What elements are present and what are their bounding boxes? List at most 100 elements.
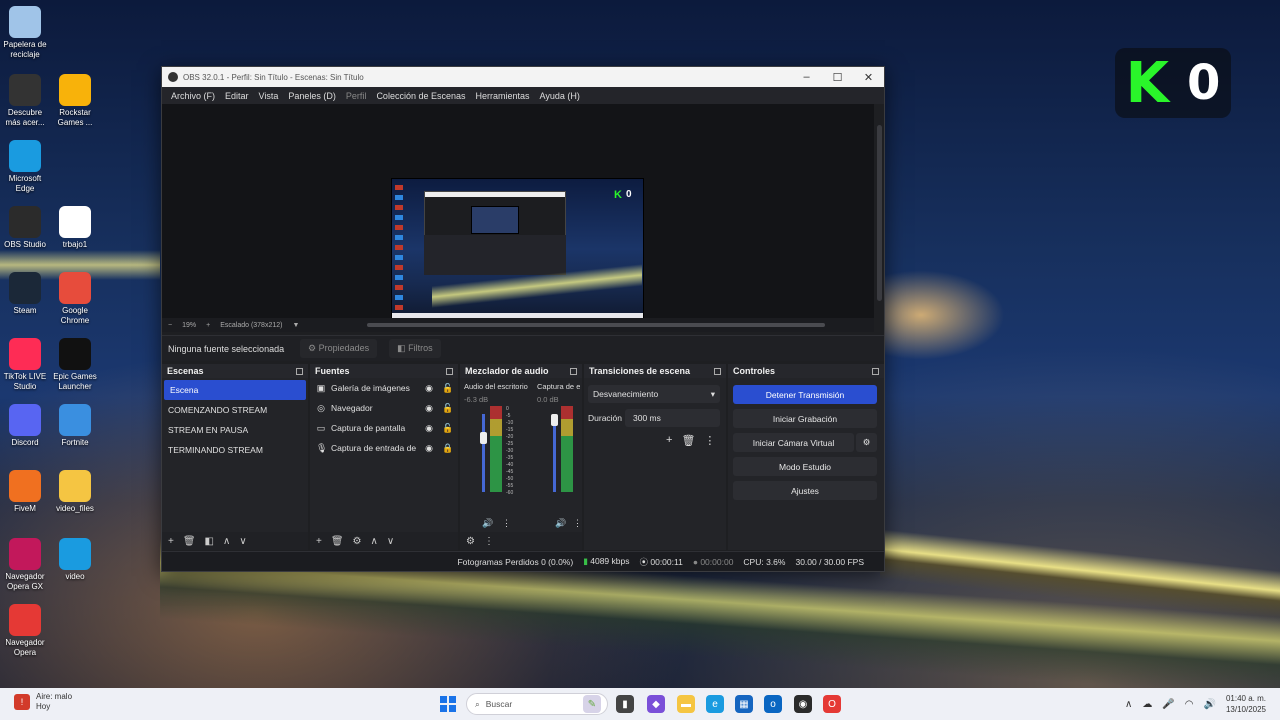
undock-icon[interactable] bbox=[446, 367, 453, 375]
desktop-icon[interactable]: TikTok LIVE Studio bbox=[0, 338, 50, 392]
channel-menu-icon[interactable]: ⋮ bbox=[573, 518, 582, 529]
widgets-icon[interactable]: ✎ bbox=[583, 695, 601, 713]
move-up-icon[interactable]: ∧ bbox=[371, 536, 378, 547]
channel-menu-icon[interactable]: ⋮ bbox=[502, 518, 511, 529]
volume-icon[interactable]: 🔊 bbox=[1204, 699, 1216, 710]
visibility-eye-icon[interactable]: ◉ bbox=[422, 423, 436, 434]
visibility-eye-icon[interactable]: ◉ bbox=[422, 443, 436, 454]
desktop-icon[interactable]: Papelera de reciclaje bbox=[0, 6, 50, 60]
desktop-icon[interactable]: FiveM bbox=[0, 470, 50, 514]
unlock-icon[interactable]: 🔓 bbox=[441, 403, 455, 414]
file-explorer-icon[interactable]: ▬ bbox=[677, 695, 695, 713]
menu-ayuda[interactable]: Ayuda (H) bbox=[535, 91, 585, 101]
mixer-settings-icon[interactable]: ⚙ bbox=[466, 536, 475, 547]
virtual-camera-settings-button[interactable]: ⚙ bbox=[856, 433, 877, 452]
speaker-icon[interactable]: 🔊 bbox=[555, 518, 566, 529]
remove-scene-icon[interactable]: 🗑 bbox=[183, 536, 196, 547]
move-down-icon[interactable]: ∨ bbox=[387, 536, 394, 547]
desktop-icon[interactable]: Descubre más acer... bbox=[0, 74, 50, 128]
add-scene-icon[interactable]: + bbox=[168, 536, 174, 547]
undock-icon[interactable] bbox=[296, 367, 303, 375]
scene-item[interactable]: TERMINANDO STREAM bbox=[162, 440, 308, 460]
visibility-eye-icon[interactable]: ◉ bbox=[422, 403, 436, 414]
source-item[interactable]: ◎ Navegador ◉ 🔓 bbox=[310, 398, 458, 418]
minimize-button[interactable]: – bbox=[791, 71, 822, 83]
network-cloud-icon[interactable]: ☁ bbox=[1142, 699, 1152, 710]
start-virtual-camera-button[interactable]: Iniciar Cámara Virtual bbox=[733, 433, 854, 452]
desktop-icon[interactable]: video bbox=[50, 538, 100, 582]
zoom-out-button[interactable]: − bbox=[168, 322, 172, 329]
remove-transition-icon[interactable]: 🗑 bbox=[681, 434, 695, 447]
preview-vertical-scrollbar[interactable] bbox=[877, 125, 882, 301]
wifi-icon[interactable]: ◠ bbox=[1185, 699, 1194, 710]
store-icon[interactable]: ▦ bbox=[735, 695, 753, 713]
scale-mode-label[interactable]: Escalado (378x212) bbox=[220, 322, 282, 329]
preview-horizontal-scrollbar[interactable] bbox=[367, 323, 825, 327]
desktop-icon[interactable]: trbajo1 bbox=[50, 206, 100, 250]
clock[interactable]: 01:40 a. m. 13/10/2025 bbox=[1226, 693, 1266, 715]
source-item[interactable]: 🎙Captura de entrada de audio ◉ 🔒 bbox=[310, 438, 458, 458]
filters-button[interactable]: ◧ Filtros bbox=[389, 339, 441, 358]
duration-spinbox[interactable]: 300 ms bbox=[625, 409, 720, 427]
desktop-icon[interactable]: Rockstar Games ... bbox=[50, 74, 100, 128]
start-button[interactable] bbox=[440, 696, 456, 712]
speaker-icon[interactable]: 🔊 bbox=[482, 518, 493, 529]
desktop-icon[interactable]: Google Chrome bbox=[50, 272, 100, 326]
menu-editar[interactable]: Editar bbox=[220, 91, 254, 101]
scene-item[interactable]: Escena bbox=[164, 380, 306, 400]
desktop-icon[interactable]: Discord bbox=[0, 404, 50, 448]
desktop-icon[interactable]: Fortnite bbox=[50, 404, 100, 448]
volume-slider-knob[interactable] bbox=[480, 432, 487, 444]
maximize-button[interactable]: ☐ bbox=[822, 71, 853, 84]
scene-item[interactable]: STREAM EN PAUSA bbox=[162, 420, 308, 440]
copilot-icon[interactable]: ◆ bbox=[647, 695, 665, 713]
scene-item[interactable]: COMENZANDO STREAM bbox=[162, 400, 308, 420]
properties-button[interactable]: ⚙ Propiedades bbox=[300, 339, 378, 358]
close-button[interactable]: ✕ bbox=[853, 71, 884, 84]
menu-coleccion-escenas[interactable]: Colección de Escenas bbox=[371, 91, 470, 101]
volume-slider-track[interactable] bbox=[482, 414, 485, 492]
source-properties-icon[interactable]: ⚙ bbox=[353, 536, 362, 547]
undock-icon[interactable] bbox=[872, 367, 879, 375]
desktop-icon[interactable]: Navegador Opera GX bbox=[0, 538, 50, 592]
transition-select[interactable]: Desvanecimiento ▾ bbox=[588, 385, 720, 403]
edge-icon[interactable]: e bbox=[706, 695, 724, 713]
undock-icon[interactable] bbox=[714, 367, 721, 375]
desktop-icon[interactable]: Microsoft Edge bbox=[0, 140, 50, 194]
mixer-menu-icon[interactable]: ⋮ bbox=[484, 536, 494, 547]
add-source-icon[interactable]: + bbox=[316, 536, 322, 547]
unlock-icon[interactable]: 🔓 bbox=[441, 383, 455, 394]
unlock-icon[interactable]: 🔓 bbox=[441, 423, 455, 434]
stop-streaming-button[interactable]: Detener Transmisión bbox=[733, 385, 877, 404]
transition-menu-icon[interactable]: ⋮ bbox=[704, 434, 715, 447]
microphone-icon[interactable]: 🎤 bbox=[1162, 699, 1174, 710]
menu-vista[interactable]: Vista bbox=[254, 91, 284, 101]
chevron-up-icon[interactable]: ∧ bbox=[1125, 699, 1132, 710]
move-down-icon[interactable]: ∨ bbox=[239, 536, 246, 547]
desktop-icon[interactable]: Steam bbox=[0, 272, 50, 316]
undock-icon[interactable] bbox=[570, 367, 577, 375]
scale-dropdown-icon[interactable]: ▼ bbox=[292, 322, 299, 329]
menu-perfil[interactable]: Perfil bbox=[341, 91, 372, 101]
preview-canvas[interactable]: K 0 bbox=[391, 178, 644, 320]
menu-archivo[interactable]: Archivo (F) bbox=[166, 91, 220, 101]
obs-titlebar[interactable]: OBS 32.0.1 - Perfil: Sin Título - Escena… bbox=[162, 67, 884, 87]
desktop-icon[interactable]: OBS Studio bbox=[0, 206, 50, 250]
settings-button[interactable]: Ajustes bbox=[733, 481, 877, 500]
desktop-icon[interactable]: Epic Games Launcher bbox=[50, 338, 100, 392]
remove-source-icon[interactable]: 🗑 bbox=[331, 536, 344, 547]
zoom-in-button[interactable]: + bbox=[206, 322, 210, 329]
preview-area[interactable]: K 0 bbox=[162, 104, 874, 320]
desktop-icon[interactable]: Navegador Opera bbox=[0, 604, 50, 658]
outlook-icon[interactable]: o bbox=[764, 695, 782, 713]
move-up-icon[interactable]: ∧ bbox=[223, 536, 230, 547]
desktop-icon[interactable]: video_files bbox=[50, 470, 100, 514]
menu-paneles[interactable]: Paneles (D) bbox=[283, 91, 341, 101]
visibility-eye-icon[interactable]: ◉ bbox=[422, 383, 436, 394]
obs-icon[interactable]: ◉ bbox=[794, 695, 812, 713]
start-recording-button[interactable]: Iniciar Grabación bbox=[733, 409, 877, 428]
task-view-icon[interactable]: ▮ bbox=[616, 695, 634, 713]
add-transition-icon[interactable]: + bbox=[666, 434, 672, 447]
opera-icon[interactable]: O bbox=[823, 695, 841, 713]
scene-filters-icon[interactable]: ◧ bbox=[205, 536, 214, 547]
